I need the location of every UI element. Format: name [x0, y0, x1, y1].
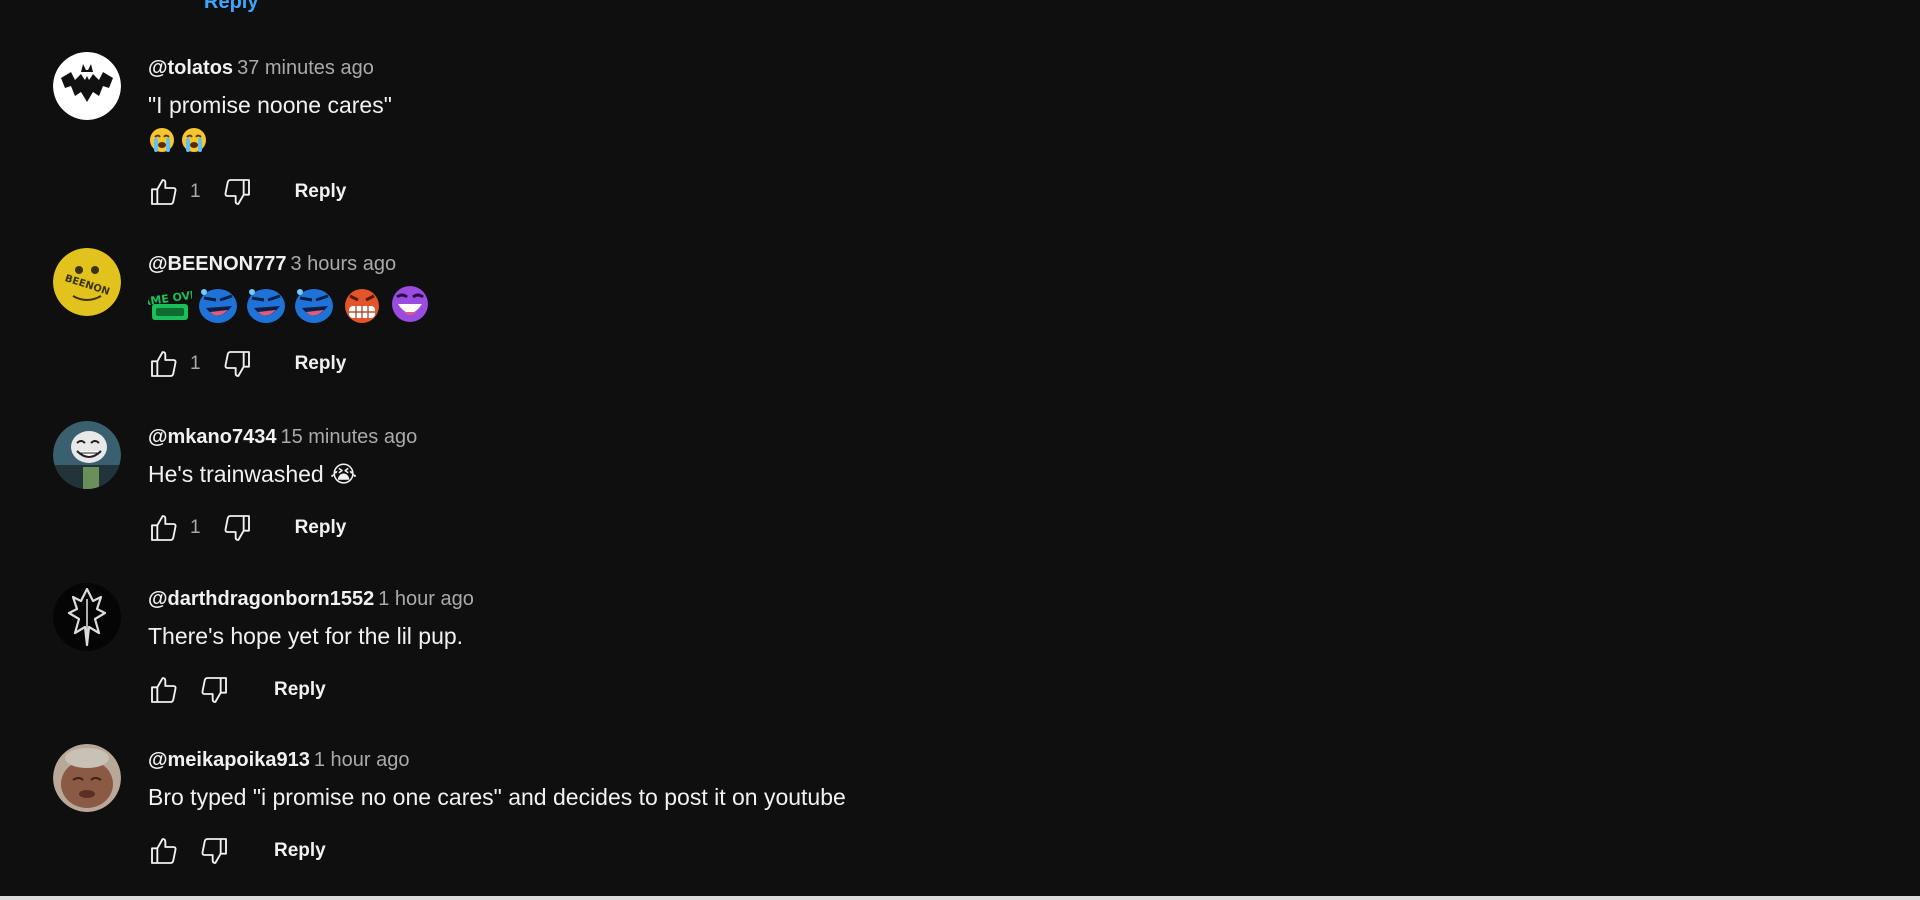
- loudly-crying-face-icon: [150, 128, 174, 152]
- like-count: 1: [190, 517, 201, 538]
- comment-author[interactable]: @mkano7434: [148, 426, 276, 448]
- dislike-button[interactable]: [219, 174, 255, 210]
- like-count: 1: [190, 353, 201, 374]
- comment-text: "I promise noone cares": [148, 92, 392, 118]
- face-photo-avatar-icon: [53, 744, 121, 812]
- yellow-face-avatar-icon: BEENON: [53, 248, 121, 316]
- like-count: 1: [190, 181, 201, 202]
- comment-text: There's hope yet for the lil pup.: [148, 623, 464, 649]
- reply-button[interactable]: Reply: [295, 517, 347, 539]
- comment-author[interactable]: @darthdragonborn1552: [148, 588, 374, 610]
- thumbs-up-icon: [151, 179, 177, 205]
- comment-author[interactable]: @BEENON777: [148, 253, 286, 275]
- reply-button[interactable]: Reply: [274, 840, 326, 862]
- comment-emoji-line: [148, 126, 208, 154]
- avatar[interactable]: BEENON: [53, 248, 121, 316]
- thumbs-down-icon: [201, 838, 227, 864]
- like-button[interactable]: [146, 510, 182, 546]
- purple-laughing-emote-icon: [392, 286, 428, 322]
- trollface-avatar-icon: [53, 421, 121, 489]
- loudly-crying-face-icon: [182, 128, 206, 152]
- avatar[interactable]: [53, 583, 121, 651]
- reply-button[interactable]: Reply: [295, 181, 347, 203]
- avatar[interactable]: [53, 421, 121, 489]
- skyrim-emblem-avatar-icon: [53, 583, 121, 651]
- comment-header: @meikapoika913 1 hour ago: [148, 749, 409, 772]
- dislike-button[interactable]: [219, 510, 255, 546]
- blue-laughing-emote-icon: [295, 289, 333, 323]
- like-button[interactable]: [146, 833, 182, 869]
- red-gritted-teeth-emote-icon: [345, 289, 379, 323]
- bat-avatar-icon: [53, 52, 121, 120]
- comment-actions: 1 Reply: [146, 174, 346, 210]
- blue-laughing-emote-icon: [199, 289, 237, 323]
- like-button[interactable]: [146, 174, 182, 210]
- comment-author[interactable]: @tolatos: [148, 57, 233, 79]
- comment-timestamp[interactable]: 1 hour ago: [314, 749, 410, 771]
- thumbs-down-icon: [224, 351, 250, 377]
- comment-header: @mkano7434 15 minutes ago: [148, 426, 417, 449]
- comment-timestamp[interactable]: 1 hour ago: [378, 588, 474, 610]
- dislike-button[interactable]: [196, 672, 232, 708]
- thumbs-down-icon: [224, 179, 250, 205]
- blue-laughing-emote-icon: [247, 289, 285, 323]
- window-bottom-edge: [0, 896, 1920, 900]
- thumbs-up-icon: [151, 838, 177, 864]
- comment-header: @BEENON777 3 hours ago: [148, 253, 396, 276]
- avatar[interactable]: [53, 744, 121, 812]
- comment-header: @darthdragonborn1552 1 hour ago: [148, 588, 474, 611]
- comment-header: @tolatos 37 minutes ago: [148, 57, 374, 80]
- reply-button[interactable]: Reply: [274, 679, 326, 701]
- dislike-button[interactable]: [219, 346, 255, 382]
- thumbs-down-icon: [201, 677, 227, 703]
- partial-reply-link[interactable]: Reply: [204, 0, 258, 14]
- comment-actions: Reply: [146, 833, 326, 869]
- game-over-emote-icon: GAME OVER: [148, 287, 192, 320]
- comment-actions: Reply: [146, 672, 326, 708]
- thumbs-down-icon: [224, 515, 250, 541]
- comment-actions: 1 Reply: [146, 510, 346, 546]
- comment-timestamp[interactable]: 15 minutes ago: [280, 426, 417, 448]
- thumbs-up-icon: [151, 515, 177, 541]
- comment-timestamp[interactable]: 3 hours ago: [290, 253, 396, 275]
- thumbs-up-icon: [151, 351, 177, 377]
- comment-timestamp[interactable]: 37 minutes ago: [237, 57, 374, 79]
- avatar[interactable]: [53, 52, 121, 120]
- comment-text: Bro typed "i promise no one cares" and d…: [148, 784, 846, 810]
- thumbs-up-icon: [151, 677, 177, 703]
- comment-emoji-line: GAME OVER: [148, 282, 432, 326]
- comment-actions: 1 Reply: [146, 346, 346, 382]
- like-button[interactable]: [146, 346, 182, 382]
- comment-author[interactable]: @meikapoika913: [148, 749, 310, 771]
- comment-text: He's trainwashed 😭: [148, 461, 357, 487]
- like-button[interactable]: [146, 672, 182, 708]
- dislike-button[interactable]: [196, 833, 232, 869]
- reply-button[interactable]: Reply: [295, 353, 347, 375]
